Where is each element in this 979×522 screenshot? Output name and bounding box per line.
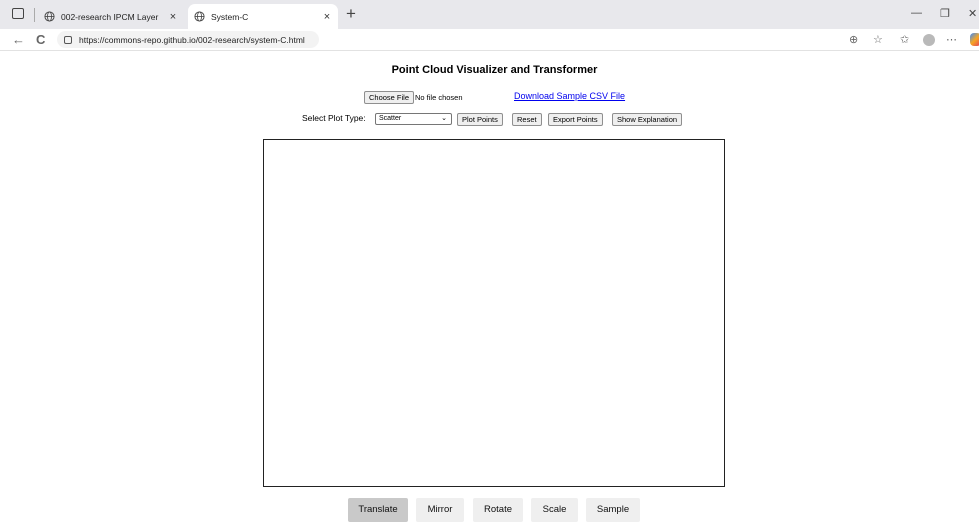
tab-separator bbox=[34, 8, 35, 22]
close-tab-icon[interactable]: × bbox=[320, 11, 334, 23]
new-tab-button[interactable]: + bbox=[346, 4, 356, 24]
plot-points-button[interactable]: Plot Points bbox=[457, 113, 503, 126]
tab-actions-icon[interactable] bbox=[12, 8, 24, 19]
copilot-icon[interactable] bbox=[970, 33, 979, 46]
show-explanation-button[interactable]: Show Explanation bbox=[612, 113, 683, 126]
rotate-tab[interactable]: Rotate bbox=[473, 498, 523, 522]
globe-icon bbox=[44, 11, 55, 22]
restore-icon[interactable]: ❐ bbox=[940, 7, 950, 20]
browser-toolbar: ← C https://commons-repo.github.io/002-r… bbox=[0, 29, 979, 51]
tab-title: System-C bbox=[211, 11, 249, 22]
translate-tab[interactable]: Translate bbox=[348, 498, 408, 522]
plot-canvas[interactable] bbox=[263, 139, 725, 487]
more-options-icon[interactable]: ⋯ bbox=[946, 33, 957, 47]
close-tab-icon[interactable]: × bbox=[166, 11, 180, 23]
zoom-icon[interactable]: ⊕ bbox=[849, 33, 858, 47]
plot-type-value: Scatter bbox=[379, 115, 402, 122]
back-icon[interactable]: ← bbox=[12, 32, 25, 48]
choose-file-button[interactable]: Choose File bbox=[364, 91, 415, 104]
browser-tab-active[interactable]: System-C × bbox=[188, 4, 338, 29]
sample-tab[interactable]: Sample bbox=[586, 498, 640, 522]
browser-tab-bar: 002-research IPCM Layer × System-C × + —… bbox=[0, 0, 979, 29]
minimize-icon[interactable]: — bbox=[911, 7, 922, 19]
reset-button[interactable]: Reset bbox=[512, 113, 542, 126]
chevron-down-icon: ⌄ bbox=[441, 115, 447, 122]
page-title: Point Cloud Visualizer and Transformer bbox=[391, 64, 598, 76]
close-window-icon[interactable]: ✕ bbox=[968, 7, 977, 20]
export-points-button[interactable]: Export Points bbox=[548, 113, 603, 126]
url-text: https://commons-repo.github.io/002-resea… bbox=[79, 34, 305, 45]
favorite-star-icon[interactable]: ☆ bbox=[873, 33, 883, 47]
globe-icon bbox=[194, 11, 205, 22]
download-sample-link[interactable]: Download Sample CSV File bbox=[514, 90, 625, 102]
favorites-list-icon[interactable]: ✩ bbox=[900, 33, 909, 47]
page-content: Point Cloud Visualizer and Transformer C… bbox=[0, 52, 979, 522]
lock-icon bbox=[64, 35, 72, 44]
plot-type-select[interactable]: Scatter ⌄ bbox=[375, 113, 452, 125]
scale-tab[interactable]: Scale bbox=[531, 498, 578, 522]
refresh-icon[interactable]: C bbox=[36, 32, 45, 48]
mirror-tab[interactable]: Mirror bbox=[416, 498, 464, 522]
tab-title: 002-research IPCM Layer bbox=[61, 11, 159, 22]
profile-avatar[interactable] bbox=[923, 34, 935, 46]
plot-type-label: Select Plot Type: bbox=[302, 113, 366, 123]
browser-tab-inactive[interactable]: 002-research IPCM Layer × bbox=[38, 4, 184, 29]
file-status-text: No file chosen bbox=[415, 93, 463, 102]
address-bar[interactable]: https://commons-repo.github.io/002-resea… bbox=[57, 31, 319, 48]
